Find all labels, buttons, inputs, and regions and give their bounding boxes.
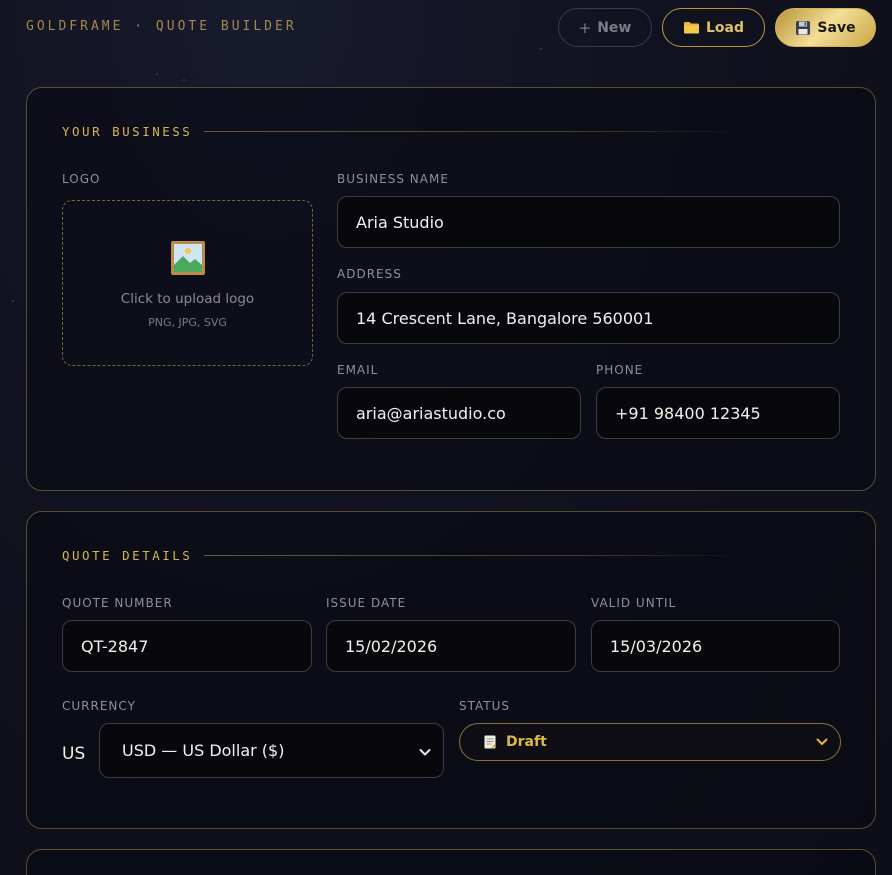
chevron-down-icon	[419, 741, 431, 760]
business-section: YOUR BUSINESS LOGO Click to upload logo …	[26, 87, 876, 491]
status-select[interactable]: Draft	[459, 723, 841, 761]
issue-date-input[interactable]: 15/02/2026	[326, 620, 576, 672]
memo-icon	[484, 735, 497, 749]
top-bar: GOLDFRAME · QUOTE BUILDER + New Load Sav…	[0, 0, 892, 60]
background-speck	[12, 300, 14, 302]
email-label: EMAIL	[337, 363, 379, 377]
load-button[interactable]: Load	[662, 8, 765, 47]
status-selected-value: Draft	[506, 734, 547, 750]
address-input[interactable]: 14 Crescent Lane, Bangalore 560001	[337, 292, 840, 344]
section-header: YOUR BUSINESS	[62, 124, 745, 139]
quote-details-section: QUOTE DETAILS QUOTE NUMBER QT-2847 ISSUE…	[26, 511, 876, 829]
logo-format-hint: PNG, JPG, SVG	[148, 316, 227, 329]
section-title: QUOTE DETAILS	[62, 548, 193, 563]
plus-icon: +	[578, 18, 592, 37]
new-button[interactable]: + New	[558, 8, 652, 47]
status-label: STATUS	[459, 699, 511, 713]
email-input[interactable]: aria@ariastudio.co	[337, 387, 581, 439]
valid-until-label: VALID UNTIL	[591, 596, 677, 610]
quote-number-input[interactable]: QT-2847	[62, 620, 312, 672]
currency-selected-value: USD — US Dollar ($)	[122, 741, 285, 760]
currency-select[interactable]: USD — US Dollar ($)	[99, 723, 444, 778]
phone-input[interactable]: +91 98400 12345	[596, 387, 840, 439]
section-header: QUOTE DETAILS	[62, 548, 745, 563]
currency-symbol: US	[62, 744, 86, 764]
floppy-disk-icon	[795, 20, 811, 36]
phone-label: PHONE	[596, 363, 644, 377]
section-title: YOUR BUSINESS	[62, 124, 193, 139]
background-speck	[183, 79, 185, 81]
section-divider	[204, 555, 745, 556]
business-name-label: BUSINESS NAME	[337, 172, 449, 186]
business-name-input[interactable]: Aria Studio	[337, 196, 840, 248]
logo-upload-hint: Click to upload logo	[120, 291, 255, 307]
new-button-label: New	[597, 19, 632, 36]
save-button[interactable]: Save	[775, 8, 876, 47]
quote-number-label: QUOTE NUMBER	[62, 596, 173, 610]
valid-until-input[interactable]: 15/03/2026	[591, 620, 840, 672]
chevron-down-icon	[816, 734, 828, 750]
logo-label: LOGO	[62, 172, 101, 186]
address-label: ADDRESS	[337, 267, 402, 281]
folder-icon	[683, 21, 700, 34]
load-button-label: Load	[705, 19, 744, 36]
section-divider	[204, 131, 745, 132]
issue-date-label: ISSUE DATE	[326, 596, 407, 610]
currency-label: CURRENCY	[62, 699, 136, 713]
save-button-label: Save	[817, 19, 856, 36]
next-section	[26, 849, 876, 875]
framed-picture-icon	[170, 241, 205, 275]
background-speck	[156, 73, 158, 75]
logo-upload-dropzone[interactable]: Click to upload logo PNG, JPG, SVG	[62, 200, 313, 366]
app-title: GOLDFRAME · QUOTE BUILDER	[26, 19, 297, 34]
